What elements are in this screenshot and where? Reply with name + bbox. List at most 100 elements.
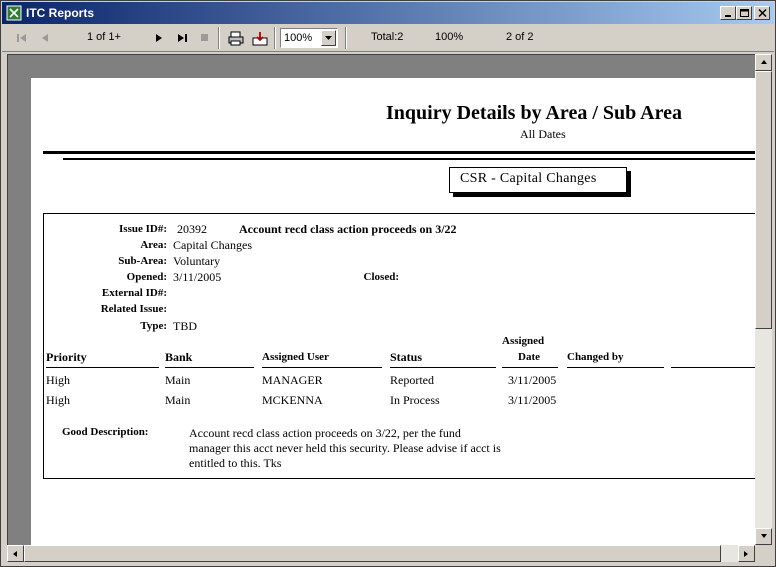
divider (63, 158, 755, 160)
row-bank: Main (165, 373, 191, 387)
zoom-dropdown-button[interactable] (321, 30, 336, 46)
row-user: MANAGER (262, 373, 323, 387)
col-bank: Bank (165, 350, 193, 364)
title-bar[interactable]: ITC Reports (2, 2, 774, 24)
zoom-value: 100% (284, 32, 313, 44)
vertical-scrollbar[interactable] (755, 54, 772, 545)
minimize-button[interactable] (720, 6, 736, 20)
sub-area-label: Sub-Area: (118, 255, 167, 267)
description-line: entitled to this. Tks (189, 456, 282, 470)
toolbar-separator (345, 27, 347, 49)
row-date: 3/11/2005 (508, 373, 557, 387)
report-window: ITC Reports 1 of 1+ 100% Total:2 100% 2 … (0, 0, 776, 567)
scroll-left-button[interactable] (7, 545, 24, 562)
stop-button[interactable] (196, 29, 214, 47)
print-button[interactable] (226, 29, 244, 47)
horizontal-scroll-thumb[interactable] (24, 545, 721, 562)
issue-summary: Account recd class action proceeds on 3/… (239, 222, 457, 236)
row-priority: High (46, 373, 70, 387)
previous-page-button[interactable] (36, 29, 54, 47)
area-value: Capital Changes (173, 238, 252, 252)
opened-value: 3/11/2005 (173, 270, 222, 284)
printer-icon (228, 31, 244, 46)
row-date: 3/11/2005 (508, 393, 557, 407)
next-page-button[interactable] (150, 29, 168, 47)
good-description-label: Good Description: (62, 426, 149, 438)
col-priority: Priority (46, 350, 87, 364)
first-page-button[interactable] (13, 29, 31, 47)
previous-page-icon (42, 34, 48, 42)
toolbar-separator (274, 27, 276, 49)
row-user: MCKENNA (262, 393, 323, 407)
stop-icon (201, 34, 208, 41)
zoom-select[interactable]: 100% (280, 28, 338, 48)
col-assigned-user: Assigned User (262, 351, 329, 363)
external-id-label: External ID#: (101, 287, 167, 299)
next-page-icon (156, 34, 162, 42)
arrow-right-icon (744, 551, 748, 557)
opened-label: Opened: (126, 271, 167, 283)
total-records: Total:2 (371, 31, 404, 43)
row-priority: High (46, 393, 70, 407)
report-subtitle: All Dates (520, 127, 566, 141)
description-line: manager this acct never held this securi… (189, 441, 501, 455)
maximize-icon (740, 9, 749, 17)
issue-detail-section: Issue ID#: 20392 Account recd class acti… (43, 213, 755, 479)
header-underline (502, 367, 558, 368)
vertical-scroll-thumb[interactable] (755, 71, 772, 329)
type-label: Type: (140, 320, 167, 332)
group-header-text: CSR - Capital Changes (460, 171, 597, 186)
header-underline (165, 367, 254, 368)
window-title: ITC Reports (26, 6, 95, 20)
last-page-button[interactable] (173, 29, 191, 47)
col-status: Status (390, 350, 423, 364)
col-assigned-date-line2: Date (518, 351, 540, 363)
toolbar-separator (218, 27, 220, 49)
scrollbar-corner (755, 545, 772, 562)
record-indicator: 2 of 2 (506, 31, 534, 43)
scroll-up-button[interactable] (755, 54, 772, 71)
export-button[interactable] (250, 29, 268, 47)
first-page-icon (17, 34, 26, 42)
horizontal-scrollbar[interactable] (7, 545, 755, 562)
sub-area-value: Voluntary (173, 254, 221, 268)
report-toolbar: 1 of 1+ 100% Total:2 100% 2 of 2 (2, 24, 774, 52)
header-underline (46, 367, 159, 368)
divider (43, 151, 755, 154)
arrow-left-icon (13, 551, 17, 557)
report-title: Inquiry Details by Area / Sub Area (386, 102, 682, 124)
page-indicator: 1 of 1+ (87, 31, 121, 43)
header-underline (390, 367, 496, 368)
percent-read: 100% (435, 31, 464, 43)
row-status: In Process (390, 393, 440, 407)
description-line: Account recd class action proceeds on 3/… (189, 426, 461, 440)
export-icon (252, 32, 268, 46)
arrow-up-icon (761, 60, 767, 64)
type-value: TBD (173, 319, 197, 333)
close-button[interactable] (754, 6, 770, 20)
header-underline (671, 367, 755, 368)
col-changed-by: Changed by (567, 351, 624, 363)
minimize-icon (725, 15, 731, 17)
header-underline (262, 367, 382, 368)
arrow-down-icon (761, 534, 767, 538)
scroll-right-button[interactable] (738, 545, 755, 562)
row-bank: Main (165, 393, 191, 407)
scroll-down-button[interactable] (755, 528, 772, 545)
report-viewport[interactable]: Inquiry Details by Area / Sub Area All D… (7, 54, 755, 545)
report-page: Inquiry Details by Area / Sub Area All D… (31, 78, 755, 545)
issue-id-label: Issue ID#: (119, 223, 167, 235)
maximize-button[interactable] (736, 6, 752, 20)
good-description: Account recd class action proceeds on 3/… (189, 426, 549, 471)
report-app-icon[interactable] (6, 5, 22, 21)
related-issue-label: Related Issue: (100, 303, 167, 315)
col-assigned-date-line1: Assigned (502, 335, 545, 347)
group-header: CSR - Capital Changes (449, 167, 627, 193)
issue-id-value: 20392 (177, 222, 207, 236)
last-page-icon (178, 34, 187, 42)
chevron-down-icon (325, 36, 332, 40)
closed-label: Closed: (363, 271, 399, 283)
area-label: Area: (140, 239, 167, 251)
row-status: Reported (390, 373, 434, 387)
header-underline (567, 367, 664, 368)
